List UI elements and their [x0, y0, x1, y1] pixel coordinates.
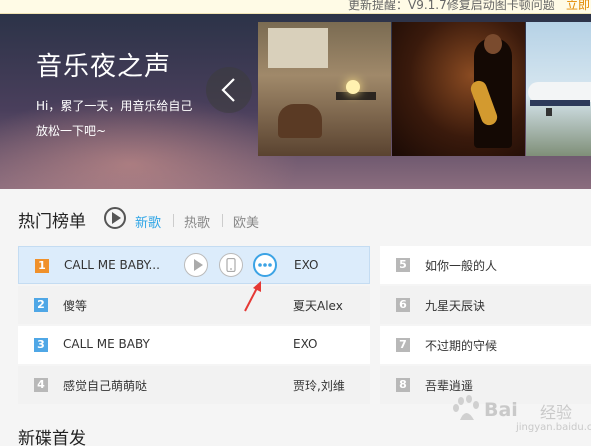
banner-photo-cafe[interactable] — [258, 22, 391, 156]
song-title[interactable]: 不过期的守候 — [425, 337, 497, 354]
play-all-button[interactable] — [104, 207, 126, 229]
row-play-button[interactable] — [184, 253, 208, 277]
tab-divider — [173, 214, 174, 227]
rank-badge: 7 — [396, 338, 410, 352]
tab-hot-songs[interactable]: 热歌 — [184, 212, 210, 231]
chevron-left-icon — [221, 78, 235, 102]
hot-chart-title: 热门榜单 — [18, 212, 86, 232]
song-title[interactable]: CALL ME BABY... — [64, 258, 160, 272]
update-notice-text: 更新提醒：V9.1.7修复启动图卡顿问题 — [348, 0, 555, 12]
play-icon — [194, 259, 203, 271]
chart-row[interactable]: 6 九星天辰诀 — [380, 286, 591, 324]
cafe-window — [268, 28, 328, 68]
cafe-lamp — [346, 80, 360, 94]
watermark-brand-suffix: 经验 — [540, 403, 573, 422]
song-title[interactable]: CALL ME BABY — [63, 337, 150, 351]
airplane-body — [528, 82, 591, 102]
more-icon — [258, 263, 272, 267]
more-options-button[interactable] — [253, 253, 277, 277]
song-title[interactable]: 九星天辰诀 — [425, 297, 485, 314]
banner-subtitle: Hi，累了一天，用音乐给自己放松一下吧~ — [36, 99, 193, 138]
phone-icon — [226, 258, 236, 272]
red-arrow-icon — [244, 281, 261, 312]
chart-row[interactable]: 4 感觉自己萌萌哒 贾玲,刘维 — [18, 366, 370, 404]
artist-name[interactable]: 夏天Alex — [293, 297, 343, 314]
song-title[interactable]: 如你一般的人 — [425, 257, 497, 274]
banner-photo-saxophonist[interactable] — [392, 22, 525, 156]
rank-badge: 6 — [396, 298, 410, 312]
banner-prev-button[interactable] — [206, 67, 252, 113]
banner-photo-airplane[interactable] — [526, 22, 591, 156]
rank-badge: 3 — [34, 338, 48, 352]
saxophonist-head — [484, 34, 502, 54]
send-to-phone-button[interactable] — [219, 253, 243, 277]
tab-divider — [222, 214, 223, 227]
chart-row[interactable]: 3 CALL ME BABY EXO — [18, 326, 370, 364]
song-title[interactable]: 吾辈逍遥 — [425, 377, 473, 394]
rank-badge: 4 — [34, 378, 48, 392]
update-now-link[interactable]: 立即 — [566, 0, 590, 13]
song-title[interactable]: 傻等 — [63, 297, 87, 314]
cafe-chair — [278, 104, 322, 138]
artist-name[interactable]: EXO — [294, 258, 318, 272]
new-albums-title: 新碟首发 — [18, 429, 86, 446]
play-icon — [112, 212, 121, 224]
artist-name[interactable]: EXO — [293, 337, 317, 351]
rank-badge: 5 — [396, 258, 410, 272]
song-title[interactable]: 感觉自己萌萌哒 — [63, 377, 147, 394]
tab-western[interactable]: 欧美 — [233, 212, 259, 231]
banner-title: 音乐夜之声 — [36, 52, 172, 82]
airplane-stripe — [530, 100, 590, 106]
chart-row[interactable]: 7 不过期的守候 — [380, 326, 591, 364]
tab-new-songs[interactable]: 新歌 — [135, 212, 161, 231]
watermark-url: jingyan.baidu.com — [516, 422, 591, 433]
rank-badge: 8 — [396, 378, 410, 392]
chart-row[interactable]: 2 傻等 夏天Alex — [18, 286, 370, 324]
chart-row[interactable]: 1 CALL ME BABY... EXO — [18, 246, 370, 284]
watermark-brand: Bai — [484, 399, 518, 421]
baidu-paw-logo — [453, 395, 479, 420]
artist-name[interactable]: 贾玲,刘维 — [293, 377, 345, 394]
rank-badge: 1 — [35, 259, 49, 273]
night-music-banner[interactable]: 音乐夜之声 Hi，累了一天，用音乐给自己放松一下吧~ — [0, 14, 591, 189]
airplane-gear — [546, 108, 552, 116]
rank-badge: 2 — [34, 298, 48, 312]
update-notice-bar: 更新提醒：V9.1.7修复启动图卡顿问题 立即 — [0, 0, 591, 14]
chart-row[interactable]: 5 如你一般的人 — [380, 246, 591, 284]
